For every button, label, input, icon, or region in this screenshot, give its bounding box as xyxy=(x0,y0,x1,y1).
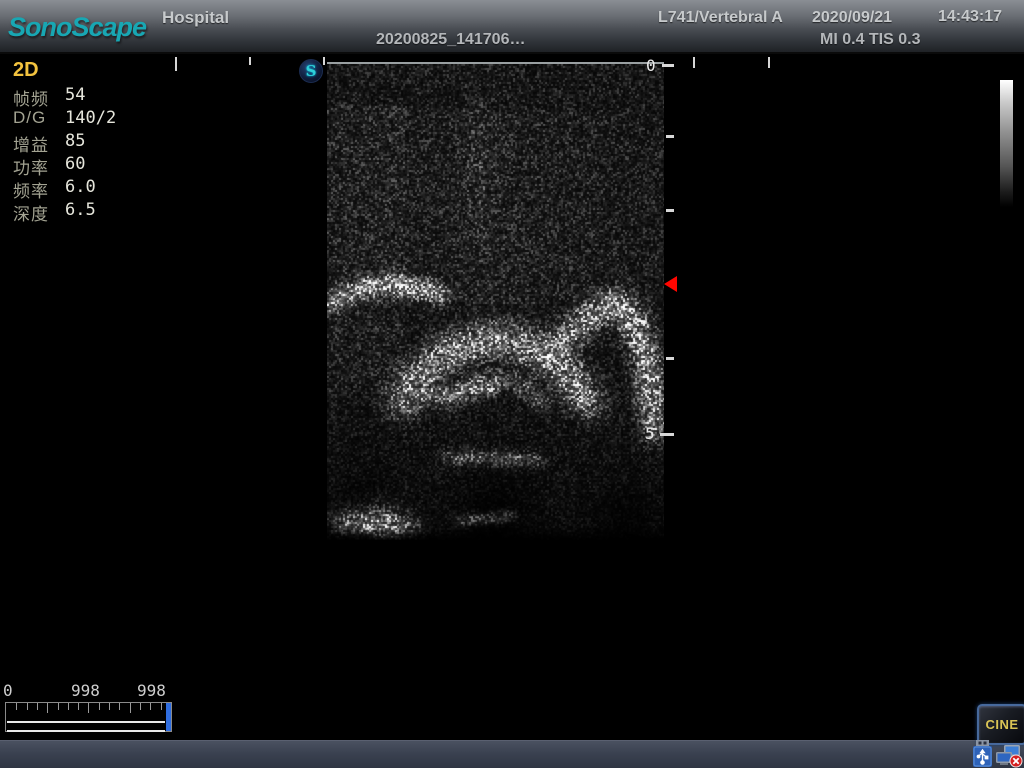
hruler-tick xyxy=(249,57,251,65)
hruler-tick xyxy=(323,57,325,65)
param-value: 85 xyxy=(65,131,85,151)
param-label: 增益 xyxy=(13,131,63,156)
cine-position-marker[interactable] xyxy=(166,703,171,731)
depth-tick-4 xyxy=(666,357,674,360)
probe-preset: L741/Vertebral A xyxy=(658,9,783,27)
probe-orientation-icon: S xyxy=(299,59,323,83)
depth-label-0: 0 xyxy=(646,56,656,75)
hruler-tick xyxy=(693,57,695,68)
cine-start-number: 0 xyxy=(3,681,13,700)
param-row-framerate: 帧频 54 xyxy=(13,85,183,108)
grayscale-reference-bar xyxy=(1000,80,1013,207)
param-row-frequency: 频率 6.0 xyxy=(13,177,183,200)
param-row-power: 功率 60 xyxy=(13,154,183,177)
param-label: 帧频 xyxy=(13,85,63,110)
exam-id: 20200825_141706… xyxy=(376,31,525,49)
param-value: 60 xyxy=(65,154,85,174)
network-disconnected-icon[interactable] xyxy=(995,744,1023,768)
ultrasound-image xyxy=(327,64,664,540)
orientation-letter: S xyxy=(306,62,317,80)
system-time: 14:43:17 xyxy=(938,8,1002,26)
param-value: 6.0 xyxy=(65,177,96,197)
taskbar xyxy=(0,740,1024,768)
param-value: 140/2 xyxy=(65,108,116,128)
depth-tick-5 xyxy=(660,433,674,436)
param-row-gain: 增益 85 xyxy=(13,131,183,154)
hospital-name: Hospital xyxy=(162,8,229,28)
cine-current-number: 998 xyxy=(71,681,100,700)
hruler-tick xyxy=(768,57,770,68)
param-value: 54 xyxy=(65,85,85,105)
cine-scrubber[interactable] xyxy=(5,702,172,732)
depth-tick-2 xyxy=(666,209,674,212)
ultrasound-screen: SonoScape Hospital L741/Vertebral A 2020… xyxy=(0,0,1024,768)
depth-tick-1 xyxy=(666,135,674,138)
mi-tis-readout: MI 0.4 TIS 0.3 xyxy=(820,31,920,49)
cine-total-number: 998 xyxy=(137,681,166,700)
param-value: 6.5 xyxy=(65,200,96,220)
param-label: 频率 xyxy=(13,177,63,202)
system-date: 2020/09/21 xyxy=(812,9,892,27)
param-row-dg: D/G 140/2 xyxy=(13,108,183,131)
brand-logo: SonoScape xyxy=(8,12,146,43)
hruler-tick-major xyxy=(175,57,177,71)
depth-label-5: 5 xyxy=(645,424,655,443)
focus-marker-icon[interactable] xyxy=(664,276,677,292)
param-label: 功率 xyxy=(13,154,63,179)
cine-button[interactable]: CINE xyxy=(977,704,1024,745)
usb-icon[interactable] xyxy=(971,740,994,768)
mode-label: 2D xyxy=(13,59,39,82)
top-status-bar: SonoScape Hospital L741/Vertebral A 2020… xyxy=(0,0,1024,54)
param-label: 深度 xyxy=(13,200,63,225)
param-row-depth: 深度 6.5 xyxy=(13,200,183,223)
param-label: D/G xyxy=(13,108,63,128)
cine-track-line xyxy=(7,721,165,732)
depth-tick-0 xyxy=(662,64,674,67)
